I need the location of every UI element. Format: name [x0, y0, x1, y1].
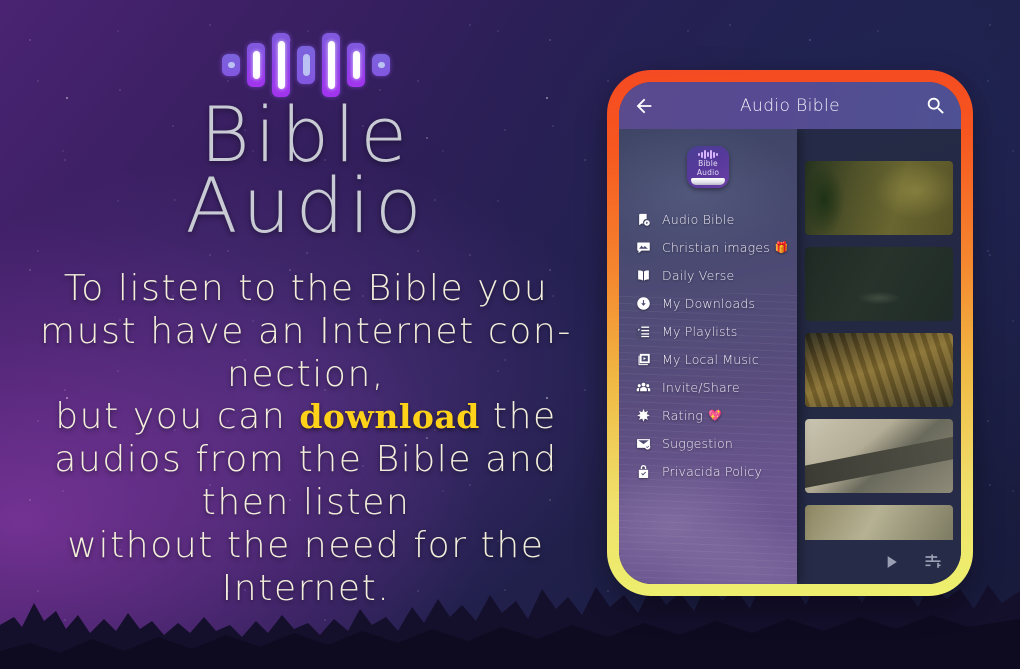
image-card[interactable] — [805, 333, 953, 407]
drawer-item-emoji: 🎁 — [774, 240, 789, 254]
drawer-item-text: Invite/Share — [662, 379, 740, 395]
drawer-item-label: My Downloads — [662, 296, 755, 311]
description-line: must have an Internet con- — [40, 310, 572, 352]
description-line: nection, — [227, 353, 385, 395]
drawer-item-text: My Local Music — [662, 351, 759, 367]
drawer-item-text: Audio Bible — [662, 211, 735, 227]
waveform-bar-6 — [347, 43, 365, 87]
lock-check-icon — [636, 464, 651, 479]
drawer-item-rating[interactable]: Rating 💖 — [619, 401, 797, 429]
waveform-bar-core — [302, 54, 310, 76]
search-icon[interactable] — [925, 95, 947, 117]
description-line: Internet. — [221, 567, 391, 609]
phone-screen: Audio Bible Bible Audio Audio Bible Chri… — [619, 82, 961, 584]
description-line: audios from the Bible and — [54, 439, 558, 481]
drawer-item-suggestion[interactable]: Suggestion — [619, 429, 797, 457]
bible-audio-app-icon: Bible Audio — [687, 146, 729, 188]
phone-mockup: Audio Bible Bible Audio Audio Bible Chri… — [607, 70, 973, 596]
people-group-icon — [636, 380, 651, 395]
player-bar — [797, 540, 961, 584]
drawer-item-my-local-music[interactable]: My Local Music — [619, 345, 797, 373]
image-card[interactable] — [805, 419, 953, 493]
drawer-item-emoji: 💖 — [708, 408, 722, 422]
promo-description: To listen to the Bible you must have an … — [8, 268, 604, 611]
drawer-menu-list: Audio Bible Christian images 🎁 Daily Verse M… — [619, 205, 797, 485]
highlight-prefix: but you can — [55, 396, 300, 438]
drawer-item-daily-verse[interactable]: Daily Verse — [619, 261, 797, 289]
card-thumbnail — [805, 333, 953, 407]
drawer-item-label: My Local Music — [662, 352, 759, 367]
navigation-drawer: Bible Audio Audio Bible Christian images 🎁… — [619, 129, 797, 584]
star-icon — [636, 408, 651, 423]
waveform-bar-3 — [272, 33, 290, 97]
title-line-2: Audio — [185, 160, 427, 250]
drawer-item-label: Christian images 🎁 — [662, 240, 789, 255]
app-bar-title: Audio Bible — [740, 95, 840, 116]
drawer-header: Bible Audio — [619, 129, 797, 205]
drawer-item-privacida-policy[interactable]: Privacida Policy — [619, 457, 797, 485]
screen-body: Bible Audio Audio Bible Christian images 🎁… — [619, 129, 961, 584]
description-line: without the need for the — [67, 524, 545, 566]
image-card[interactable] — [805, 161, 953, 235]
waveform-bar-5 — [322, 33, 340, 97]
app-icon-waveform — [698, 150, 718, 159]
drawer-item-label: Rating 💖 — [662, 408, 722, 423]
waveform-bar-7 — [372, 54, 390, 76]
equalizer-icon[interactable] — [923, 552, 943, 572]
drawer-item-christian-images[interactable]: Christian images 🎁 — [619, 233, 797, 261]
waveform-bar-core — [352, 51, 360, 79]
download-keyword: download — [299, 397, 480, 437]
open-book-icon — [636, 268, 651, 283]
description-line: then listen — [201, 482, 411, 524]
drawer-item-text: Christian images — [662, 239, 770, 255]
video-library-icon — [636, 352, 651, 367]
drawer-item-text: Daily Verse — [662, 267, 735, 283]
image-icon — [636, 240, 651, 255]
drawer-item-label: Invite/Share — [662, 380, 740, 395]
waveform-bar-core — [252, 51, 260, 79]
drawer-item-text: Suggestion — [662, 435, 734, 451]
waveform-bar-4 — [297, 46, 315, 84]
promo-panel: Bible Audio To listen to the Bible you m… — [0, 0, 612, 669]
drawer-item-text: Rating — [662, 407, 704, 423]
image-card-list — [797, 129, 961, 579]
image-card[interactable] — [805, 247, 953, 321]
download-circle-icon — [636, 296, 651, 311]
drawer-item-label: Privacida Policy — [662, 464, 762, 479]
book-page-shape — [691, 178, 725, 185]
drawer-item-my-downloads[interactable]: My Downloads — [619, 289, 797, 317]
drawer-item-text: My Downloads — [662, 295, 756, 311]
description-line: To listen to the Bible you — [63, 268, 549, 309]
waveform-bar-1 — [222, 54, 240, 76]
waveform-bar-core — [327, 41, 335, 89]
mail-check-icon — [636, 436, 651, 451]
card-thumbnail — [805, 247, 953, 321]
drawer-item-label: Suggestion — [662, 436, 733, 451]
card-thumbnail — [805, 419, 953, 493]
drawer-item-label: My Playlists — [662, 324, 738, 339]
waveform-bar-core — [277, 41, 285, 89]
drawer-item-invite-share[interactable]: Invite/Share — [619, 373, 797, 401]
bookmark-play-icon — [636, 212, 651, 227]
card-thumbnail — [805, 161, 953, 235]
description-highlight-line: but you can download the — [8, 396, 604, 439]
waveform-bar-2 — [247, 43, 265, 87]
drawer-item-label: Daily Verse — [662, 268, 734, 283]
drawer-item-my-playlists[interactable]: My Playlists — [619, 317, 797, 345]
waveform-bar-core — [377, 62, 385, 68]
highlight-suffix: the — [479, 396, 557, 438]
play-icon[interactable] — [881, 552, 901, 572]
arrow-left-icon[interactable] — [633, 95, 655, 117]
playlist-icon — [636, 324, 651, 339]
waveform-bar-core — [227, 62, 235, 68]
page-title: Bible Audio — [0, 97, 612, 250]
drawer-item-text: My Playlists — [662, 323, 738, 339]
drawer-item-audio-bible[interactable]: Audio Bible — [619, 205, 797, 233]
app-bar: Audio Bible — [619, 82, 961, 129]
app-icon-label: Bible Audio — [696, 159, 720, 177]
drawer-item-text: Privacida Policy — [662, 463, 763, 479]
drawer-item-label: Audio Bible — [662, 212, 734, 227]
